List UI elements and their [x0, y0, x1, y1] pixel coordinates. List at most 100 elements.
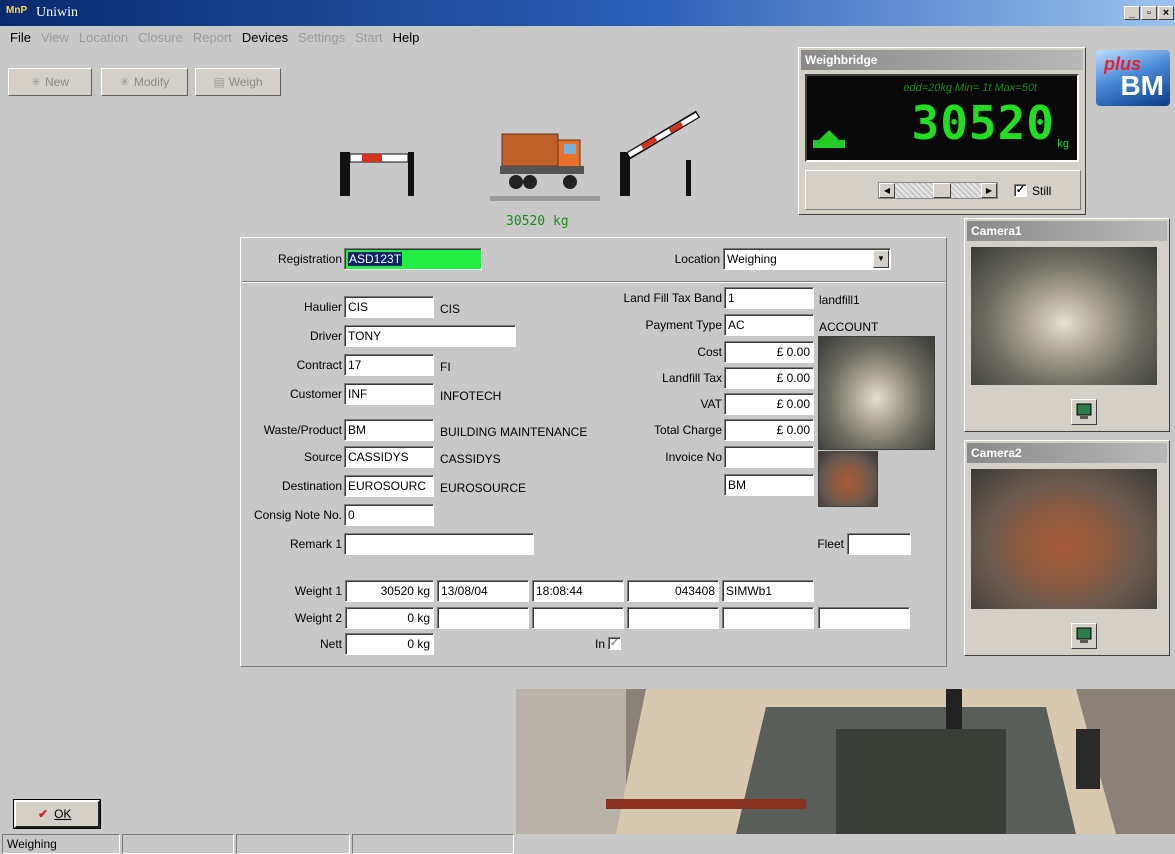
payment-type-name: ACCOUNT: [819, 320, 879, 334]
menu-devices[interactable]: Devices: [242, 28, 288, 48]
total-charge-field[interactable]: £ 0.00: [724, 419, 814, 441]
payment-type-field[interactable]: AC: [724, 314, 814, 336]
waste-product-field[interactable]: BM: [344, 419, 434, 441]
camera2-title: Camera2: [967, 443, 1167, 463]
ticket-photo-small: [818, 451, 878, 507]
monitor-icon: [1076, 403, 1092, 419]
location-label: Location: [674, 252, 720, 266]
weight2-ticket-field[interactable]: [627, 607, 719, 629]
weight2-time-field[interactable]: [532, 607, 624, 629]
menu-bar: File View Location Closure Report Devices Sett…: [0, 28, 700, 48]
menu-location[interactable]: Location: [79, 28, 128, 48]
weight1-date-field[interactable]: 13/08/04: [437, 580, 529, 602]
location-select[interactable]: Weighing ▼: [723, 248, 891, 270]
weight1-time-field[interactable]: 18:08:44: [532, 580, 624, 602]
weighbridge-scrollbar[interactable]: ◀ ▶: [878, 182, 998, 199]
new-button[interactable]: ✳ New: [8, 68, 92, 96]
vat-field[interactable]: £ 0.00: [724, 393, 814, 415]
weight-reading: 30520: [911, 96, 1055, 150]
scroll-right-icon[interactable]: ▶: [981, 183, 997, 198]
scroll-thumb[interactable]: [933, 183, 951, 198]
contract-name: FI: [440, 360, 451, 374]
menu-report[interactable]: Report: [193, 28, 232, 48]
fleet-field[interactable]: [847, 533, 911, 555]
still-checkbox[interactable]: ✓: [1014, 184, 1027, 197]
contract-label: Contract: [296, 358, 342, 372]
modify-button[interactable]: ✳ Modify: [101, 68, 188, 96]
menu-file[interactable]: File: [10, 28, 31, 48]
ok-label: OK: [54, 807, 72, 821]
weight2-label: Weight 2: [294, 611, 342, 625]
scene-weight-label: 30520 kg: [506, 214, 569, 229]
weigh-button[interactable]: ▤ Weigh: [195, 68, 281, 96]
landfill-band-field[interactable]: 1: [724, 287, 814, 309]
maximize-button[interactable]: ▫: [1141, 6, 1157, 20]
weight2-field[interactable]: 0 kg: [345, 607, 434, 629]
weigh-label: Weigh: [228, 75, 263, 89]
logo-bottom-text: BM: [1120, 70, 1164, 101]
source-name: CASSIDYS: [440, 452, 501, 466]
weight2-bridge-field[interactable]: [722, 607, 814, 629]
weight2-date-field[interactable]: [437, 607, 529, 629]
source-label: Source: [303, 450, 342, 464]
scroll-left-icon[interactable]: ◀: [879, 183, 895, 198]
weighbridge-controls: ◀ ▶ ✓ Still: [805, 170, 1081, 210]
haulier-label: Haulier: [303, 300, 342, 314]
monitor-icon: [1076, 627, 1092, 643]
menu-start[interactable]: Start: [355, 28, 382, 48]
destination-name: EUROSOURCE: [440, 481, 527, 495]
nett-label: Nett: [319, 637, 342, 651]
title-bar: MnP Uniwin _ ▫ ×: [0, 0, 1175, 26]
menu-closure[interactable]: Closure: [138, 28, 183, 48]
consig-note-field[interactable]: 0: [344, 504, 434, 526]
camera2-monitor-button[interactable]: [1071, 623, 1097, 649]
location-value: Weighing: [727, 252, 777, 266]
payment-type-label: Payment Type: [645, 318, 723, 332]
weight2-extra-field[interactable]: [818, 607, 910, 629]
contract-field[interactable]: 17: [344, 354, 434, 376]
weight1-field[interactable]: 30520 kg: [345, 580, 434, 602]
weight1-ticket-field[interactable]: 043408: [627, 580, 719, 602]
camera1-feed: [971, 247, 1157, 385]
camera2-feed: [971, 469, 1157, 609]
weight-limits: edd=20kg Min= 1t Max=50t: [903, 82, 1037, 94]
source-field[interactable]: CASSIDYS: [344, 446, 434, 468]
landfill-tax-field[interactable]: £ 0.00: [724, 367, 814, 389]
registration-label: Registration: [277, 252, 342, 266]
customer-field[interactable]: INF: [344, 383, 434, 405]
nett-field[interactable]: 0 kg: [345, 633, 434, 655]
form-divider: [242, 281, 945, 283]
camera1-monitor-button[interactable]: [1071, 399, 1097, 425]
weighbridge-panel: Weighbridge edd=20kg Min= 1t Max=50t 305…: [798, 47, 1086, 215]
cost-field[interactable]: £ 0.00: [724, 341, 814, 363]
still-indicator-bar: [813, 140, 845, 148]
weighbridge-scene: [330, 100, 710, 230]
extra-code-field[interactable]: BM: [724, 474, 814, 496]
weigh-icon: ▤: [213, 75, 225, 89]
ok-button[interactable]: ✔ OK: [13, 799, 101, 829]
status-mode: Weighing: [2, 834, 120, 854]
haulier-name: CIS: [440, 302, 461, 316]
menu-help[interactable]: Help: [393, 28, 420, 48]
app-icon: MnP: [6, 5, 28, 16]
menu-view[interactable]: View: [41, 28, 69, 48]
menu-settings[interactable]: Settings: [298, 28, 345, 48]
landfill-band-name: landfill1: [819, 293, 860, 307]
close-button[interactable]: ×: [1158, 6, 1174, 20]
camera1-title: Camera1: [967, 221, 1167, 241]
in-checkbox[interactable]: ✓: [608, 637, 621, 650]
waste-product-name: BUILDING MAINTENANCE: [440, 425, 588, 439]
registration-field[interactable]: ASD123T: [344, 248, 482, 270]
destination-field[interactable]: EUROSOURC: [344, 475, 434, 497]
invoice-field[interactable]: [724, 446, 814, 468]
haulier-field[interactable]: CIS: [344, 296, 434, 318]
chevron-down-icon[interactable]: ▼: [873, 250, 889, 268]
driver-label: Driver: [310, 329, 342, 343]
remark1-field[interactable]: [344, 533, 534, 555]
weight1-bridge-field[interactable]: SIMWb1: [722, 580, 814, 602]
customer-name: INFOTECH: [440, 389, 502, 403]
company-logo: plus BM: [1096, 50, 1170, 106]
driver-field[interactable]: TONY: [344, 325, 516, 347]
weight1-label: Weight 1: [294, 584, 342, 598]
minimize-button[interactable]: _: [1124, 6, 1140, 20]
